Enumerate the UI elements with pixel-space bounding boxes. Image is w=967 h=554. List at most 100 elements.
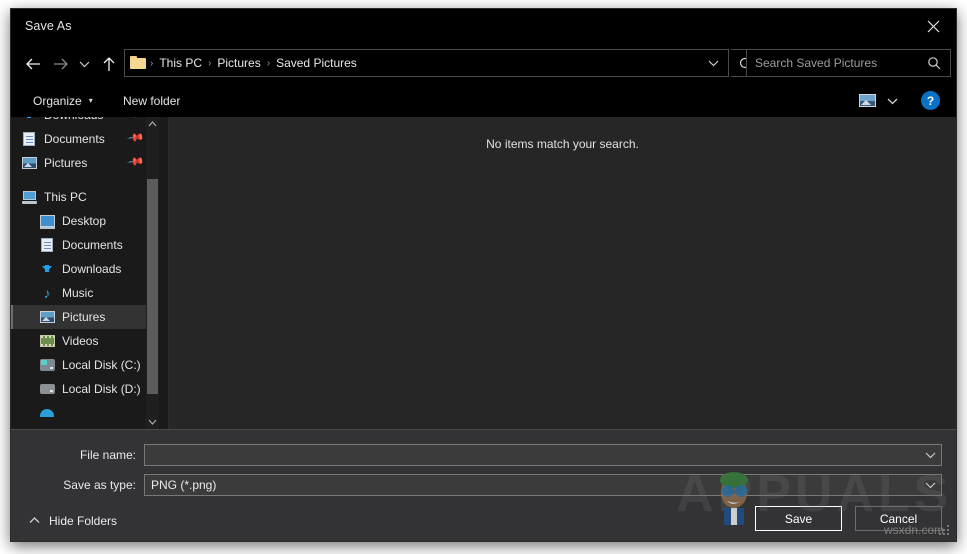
search-icon[interactable] [927, 56, 950, 70]
file-name-row: File name: [11, 444, 956, 466]
close-icon [927, 20, 939, 32]
organize-label: Organize [33, 93, 82, 108]
hide-folders-toggle[interactable]: Hide Folders [29, 514, 117, 528]
sidebar-item-documents[interactable]: Documents [11, 233, 149, 257]
help-icon: ? [926, 93, 935, 108]
sidebar-item-label: Downloads [44, 117, 103, 122]
sidebar-item-label: Desktop [62, 214, 107, 228]
help-button[interactable]: ? [921, 91, 940, 110]
sidebar-item-quick-downloads[interactable]: Downloads 📌 [11, 117, 149, 127]
navigation-pane: Downloads 📌 Documents 📌 Pictures 📌 [11, 117, 169, 429]
address-dropdown-button[interactable] [699, 59, 728, 67]
close-button[interactable] [910, 9, 956, 43]
pin-icon: 📌 [126, 152, 145, 171]
chevron-down-icon: ▾ [88, 95, 93, 105]
search-box[interactable] [746, 49, 951, 77]
back-button[interactable] [20, 51, 46, 77]
recent-locations-button[interactable] [74, 51, 94, 77]
save-as-type-combobox[interactable] [144, 474, 942, 496]
sidebar-item-this-pc[interactable]: This PC [11, 185, 149, 209]
organize-button[interactable]: Organize ▾ [29, 90, 97, 111]
breadcrumb-item-saved-pictures[interactable]: Saved Pictures [271, 54, 362, 72]
sidebar-item-label: Videos [62, 334, 99, 348]
view-options-group [854, 90, 901, 111]
navigation-pane-scroll-content: Downloads 📌 Documents 📌 Pictures 📌 [11, 117, 149, 425]
up-button[interactable] [96, 51, 122, 77]
picture-icon [21, 155, 37, 171]
arrow-right-icon [54, 58, 68, 70]
save-as-type-row: Save as type: [11, 474, 956, 496]
scrollbar-thumb[interactable] [147, 179, 158, 394]
sidebar-item-pictures[interactable]: Pictures [11, 305, 149, 329]
sidebar-item-desktop[interactable]: Desktop [11, 209, 149, 233]
change-view-button[interactable] [854, 90, 880, 111]
navigation-bar: › This PC › Pictures › Saved Pictures [11, 44, 956, 84]
sidebar-item-label: Music [62, 286, 94, 300]
dialog-body: Downloads 📌 Documents 📌 Pictures 📌 [11, 117, 956, 429]
sidebar-item-label: Documents [62, 238, 123, 252]
file-name-dropdown-button[interactable] [919, 445, 941, 465]
chevron-down-icon [925, 482, 935, 489]
sidebar-item-label: Downloads [62, 262, 122, 276]
music-note-icon: ♪ [43, 285, 51, 301]
new-folder-label: New folder [123, 93, 181, 108]
sidebar-item-network-partial[interactable] [11, 401, 149, 425]
breadcrumb-item-pictures[interactable]: Pictures [212, 54, 265, 72]
sidebar-item-videos[interactable]: Videos [11, 329, 149, 353]
sidebar-item-label: Local Disk (D:) [62, 382, 141, 396]
download-arrow-icon [21, 117, 37, 123]
file-name-label: File name: [79, 448, 136, 462]
sidebar-item-local-disk-d[interactable]: Local Disk (D:) [11, 377, 149, 401]
cancel-button[interactable]: Cancel [855, 506, 942, 531]
arrow-up-icon [103, 56, 115, 71]
chevron-up-icon [148, 121, 157, 127]
arrow-left-icon [26, 58, 40, 70]
forward-button[interactable] [48, 51, 74, 77]
computer-icon [21, 189, 37, 205]
navigation-pane-scrollbar[interactable] [146, 117, 159, 429]
system-drive-icon [39, 357, 55, 373]
desktop-icon [39, 213, 55, 229]
file-list[interactable]: No items match your search. [169, 117, 956, 429]
sidebar-item-music[interactable]: ♪ Music [11, 281, 149, 305]
sidebar-item-quick-documents[interactable]: Documents 📌 [11, 127, 149, 151]
sidebar-item-downloads[interactable]: Downloads [11, 257, 149, 281]
breadcrumb-item-this-pc[interactable]: This PC [154, 54, 207, 72]
save-as-type-label: Save as type: [63, 478, 136, 492]
document-icon [21, 131, 37, 147]
sidebar-item-local-disk-c[interactable]: Local Disk (C:) [11, 353, 149, 377]
chevron-up-icon [29, 516, 40, 526]
resize-grip-icon[interactable] [939, 525, 951, 537]
search-input[interactable] [747, 56, 927, 70]
window-title: Save As [25, 19, 72, 33]
document-icon [39, 237, 55, 253]
scroll-down-button[interactable] [146, 415, 159, 429]
save-as-type-dropdown-button[interactable] [919, 475, 941, 495]
chevron-down-icon [79, 61, 89, 68]
save-as-type-value[interactable] [145, 475, 919, 495]
sidebar-item-quick-pictures[interactable]: Pictures 📌 [11, 151, 149, 175]
sidebar-item-label: Pictures [62, 310, 106, 324]
save-as-dialog: Save As › This PC › Pictures › Saved Pic… [10, 8, 957, 542]
empty-state-message: No items match your search. [486, 137, 639, 151]
network-icon [39, 405, 55, 421]
title-bar: Save As [11, 9, 956, 44]
chevron-down-icon [925, 452, 935, 459]
folder-icon [130, 56, 147, 70]
file-name-input[interactable] [145, 445, 919, 465]
video-icon [39, 333, 55, 349]
view-dropdown-button[interactable] [883, 90, 901, 111]
sidebar-item-label: Local Disk (C:) [62, 358, 141, 372]
drive-icon [39, 381, 55, 397]
sidebar-item-label: This PC [44, 190, 87, 204]
pin-icon: 📌 [126, 128, 145, 147]
pin-icon: 📌 [127, 117, 146, 123]
save-button[interactable]: Save [755, 506, 842, 531]
dialog-footer: File name: Save as type: PNG (*.png) Hid… [11, 429, 956, 541]
magnifier-icon [928, 57, 941, 70]
address-bar[interactable]: › This PC › Pictures › Saved Pictures [124, 49, 729, 77]
new-folder-button[interactable]: New folder [119, 90, 184, 111]
file-name-combobox[interactable] [144, 444, 942, 466]
scroll-up-button[interactable] [146, 117, 159, 131]
